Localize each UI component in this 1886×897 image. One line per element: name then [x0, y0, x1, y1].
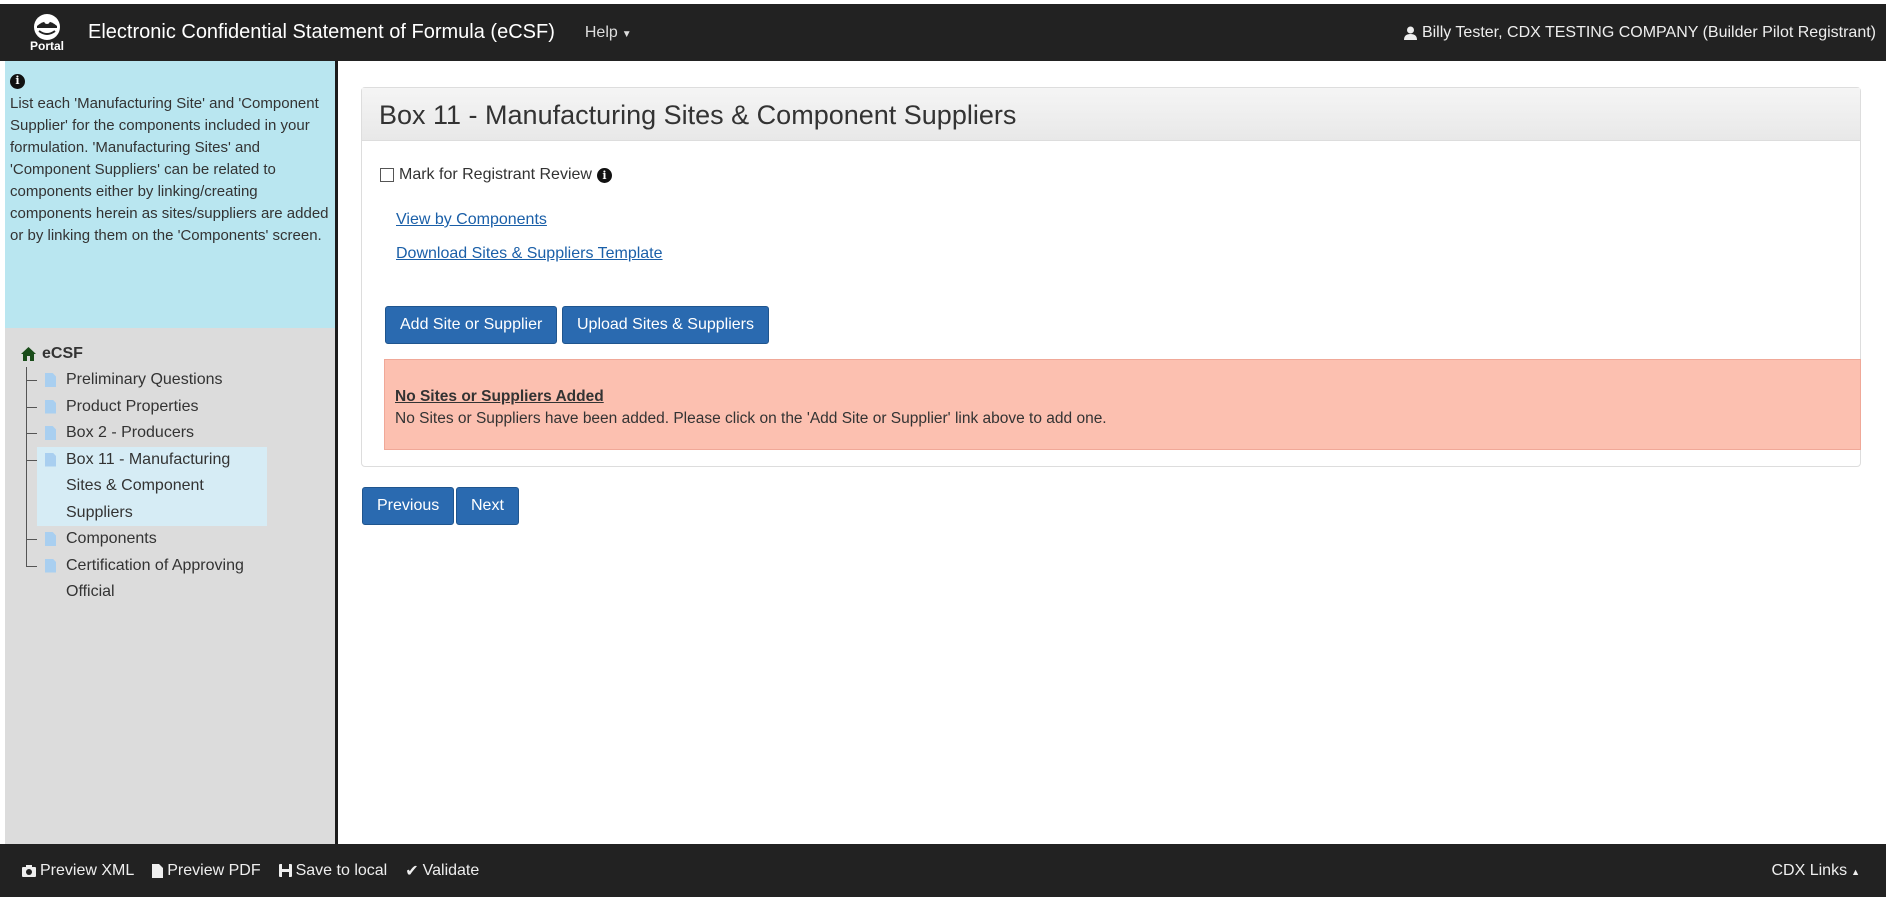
save-local-button[interactable]: Save to local: [278, 861, 388, 880]
tree-root-label: eCSF: [42, 345, 83, 362]
registrant-review-checkbox-row: Mark for Registrant Review i: [380, 166, 612, 184]
info-icon[interactable]: i: [596, 167, 612, 183]
user-name: Billy Tester, CDX TESTING COMPANY (Build…: [1421, 23, 1876, 41]
tree-item-preliminary-questions[interactable]: Preliminary Questions: [21, 367, 319, 394]
tree-branch-line: [26, 420, 40, 447]
preview-pdf-label: Preview PDF: [167, 861, 261, 879]
help-info-text: List each 'Manufacturing Site' and 'Comp…: [10, 94, 329, 244]
user-icon: [1403, 26, 1417, 40]
page-title: Box 11 - Manufacturing Sites & Component…: [362, 88, 1860, 141]
tree-branch-line: [26, 552, 40, 567]
upload-sites-button[interactable]: Upload Sites & Suppliers: [562, 306, 769, 344]
tree-item-components[interactable]: Components: [21, 526, 319, 553]
next-button[interactable]: Next: [456, 487, 519, 525]
document-icon: [45, 373, 56, 387]
preview-xml-button[interactable]: Preview XML: [22, 862, 134, 880]
sidebar: i List each 'Manufacturing Site' and 'Co…: [5, 61, 338, 844]
registrant-review-label[interactable]: Mark for Registrant Review: [399, 166, 592, 184]
preview-xml-label: Preview XML: [40, 861, 135, 879]
view-by-components-link[interactable]: View by Components: [396, 211, 547, 229]
validate-button[interactable]: ✔ Validate: [405, 861, 479, 881]
app-title: Electronic Confidential Statement of For…: [88, 21, 555, 43]
checkmark-icon: ✔: [405, 862, 419, 880]
cdx-links-label: CDX Links: [1771, 861, 1848, 879]
help-label: Help: [584, 23, 618, 41]
home-icon: [21, 347, 36, 361]
empty-state-alert: No Sites or Suppliers Added No Sites or …: [384, 359, 1861, 450]
top-navbar: Portal Electronic Confidential Statement…: [0, 0, 1886, 61]
add-site-button[interactable]: Add Site or Supplier: [385, 306, 558, 344]
portal-label: Portal: [29, 38, 64, 53]
tree-item-label: Components: [66, 530, 157, 547]
preview-pdf-button[interactable]: Preview PDF: [152, 861, 261, 880]
document-icon: [45, 399, 56, 414]
tree-branch-line: [26, 393, 40, 420]
caret-up-icon: ▲: [1851, 866, 1860, 877]
help-info-panel: i List each 'Manufacturing Site' and 'Co…: [5, 61, 335, 328]
tree-item-box11-manufacturing-sites[interactable]: Box 11 - Manufacturing Sites & Component…: [21, 446, 319, 526]
cdx-links-menu[interactable]: CDX Links ▲: [1772, 862, 1861, 880]
tree-item-label: Box 2 - Producers: [66, 424, 195, 441]
tree-branch-line: [26, 446, 40, 526]
tree-root[interactable]: eCSF: [21, 345, 319, 363]
alert-text: No Sites or Suppliers have been added. P…: [395, 410, 1107, 427]
main-panel: Box 11 - Manufacturing Sites & Component…: [361, 87, 1861, 467]
tree-item-label: Certification of Approving Official: [66, 556, 244, 601]
user-info[interactable]: Billy Tester, CDX TESTING COMPANY (Build…: [1403, 23, 1876, 42]
document-icon: [45, 532, 56, 546]
tree-item-box2-producers[interactable]: Box 2 - Producers: [21, 420, 319, 447]
portal-logo[interactable]: Portal: [16, 4, 78, 61]
document-icon: [45, 452, 56, 467]
document-icon: [45, 426, 56, 440]
registrant-review-checkbox[interactable]: [380, 168, 394, 182]
help-menu[interactable]: Help ▼: [585, 24, 632, 42]
caret-down-icon: ▼: [621, 28, 632, 40]
footer-toolbar: Preview XML Preview PDF Save to local ✔ …: [0, 844, 1886, 897]
info-icon: i: [10, 73, 25, 89]
tree-item-label: Box 11 - Manufacturing Sites & Component…: [66, 450, 231, 521]
download-template-link[interactable]: Download Sites & Suppliers Template: [396, 245, 663, 263]
tree-branch-line: [26, 367, 40, 394]
save-icon: [278, 864, 292, 877]
tree-branch-line: [26, 526, 40, 553]
file-icon: [152, 863, 164, 878]
tree-item-label: Product Properties: [66, 397, 199, 415]
alert-title: No Sites or Suppliers Added: [395, 388, 604, 405]
save-local-label: Save to local: [295, 861, 388, 879]
navigation-tree: eCSF Preliminary Questions Product Prope…: [5, 328, 335, 623]
previous-button[interactable]: Previous: [362, 487, 455, 525]
tree-item-label: Preliminary Questions: [66, 371, 223, 388]
document-icon: [45, 558, 56, 573]
camera-icon: [22, 864, 36, 877]
epa-logo-icon: [34, 13, 60, 40]
validate-label: Validate: [422, 861, 480, 879]
tree-item-certification[interactable]: Certification of Approving Official: [21, 552, 319, 606]
tree-item-product-properties[interactable]: Product Properties: [21, 393, 319, 420]
